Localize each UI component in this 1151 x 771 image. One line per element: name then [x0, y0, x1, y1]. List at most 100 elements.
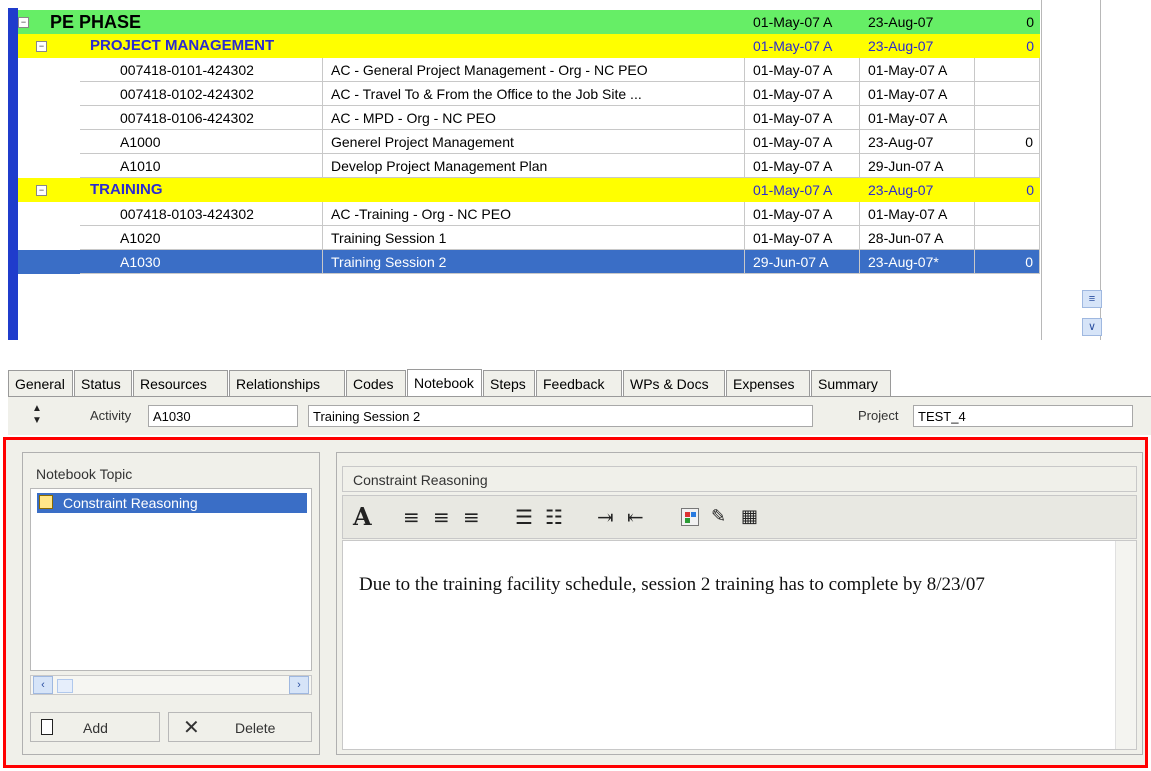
table-row[interactable]: 007418-0103-424302 AC -Training - Org - N…: [18, 202, 1040, 226]
cell-value[interactable]: [975, 202, 1040, 226]
cell-value[interactable]: 0: [975, 178, 1040, 202]
cell-id[interactable]: A1020: [80, 226, 323, 250]
cell-id[interactable]: 007418-0106-424302: [80, 106, 323, 130]
align-center-icon[interactable]: ≡: [433, 504, 450, 530]
cell-name[interactable]: Develop Project Management Plan: [323, 154, 745, 178]
editor-scrollbar[interactable]: [1115, 541, 1136, 749]
cell-id[interactable]: A1000: [80, 130, 323, 154]
cell-start[interactable]: 01-May-07 A: [745, 58, 860, 82]
cell-id[interactable]: 007418-0101-424302: [80, 58, 323, 82]
cell-name[interactable]: Training Session 2: [323, 250, 745, 274]
cell-finish[interactable]: 01-May-07 A: [860, 82, 975, 106]
collapse-toggle-icon[interactable]: −: [36, 41, 47, 52]
cell-id[interactable]: 007418-0102-424302: [80, 82, 323, 106]
tab-wps-docs[interactable]: WPs & Docs: [623, 370, 725, 396]
topic-horizontal-scrollbar[interactable]: ‹ ›: [30, 675, 312, 695]
tab-relationships[interactable]: Relationships: [229, 370, 345, 396]
align-left-icon[interactable]: ≡: [403, 504, 420, 530]
activity-id-field[interactable]: A1030: [148, 405, 298, 427]
cell-finish[interactable]: 01-May-07 A: [860, 58, 975, 82]
cell-value[interactable]: [975, 58, 1040, 82]
table-row[interactable]: A1000 Generel Project Management 01-May-07…: [18, 130, 1040, 154]
cell-start[interactable]: 01-May-07 A: [745, 178, 860, 202]
cell-id[interactable]: TRAINING: [80, 178, 680, 202]
table-row[interactable]: 007418-0106-424302 AC - MPD - Org - NC PE…: [18, 106, 1040, 130]
cell-id[interactable]: A1030: [80, 250, 323, 274]
link-icon[interactable]: ✎: [711, 504, 726, 530]
cell-start[interactable]: 01-May-07 A: [745, 10, 860, 34]
cell-value[interactable]: [975, 154, 1040, 178]
cell-start[interactable]: 01-May-07 A: [745, 130, 860, 154]
cell-start[interactable]: 01-May-07 A: [745, 154, 860, 178]
cell-finish[interactable]: 01-May-07 A: [860, 202, 975, 226]
indent-icon[interactable]: ⇥: [597, 504, 614, 530]
activity-name-field[interactable]: Training Session 2: [308, 405, 813, 427]
cell-id[interactable]: A1010: [80, 154, 323, 178]
cell-finish[interactable]: 23-Aug-07: [860, 178, 975, 202]
cell-id[interactable]: PE PHASE: [40, 10, 640, 34]
cell-value[interactable]: 0: [975, 10, 1040, 34]
tab-feedback[interactable]: Feedback: [536, 370, 622, 396]
table-row[interactable]: 007418-0102-424302 AC - Travel To & From …: [18, 82, 1040, 106]
scroll-right-button[interactable]: ›: [289, 676, 309, 694]
topic-item-constraint-reasoning[interactable]: Constraint Reasoning: [37, 493, 307, 513]
record-spinner[interactable]: ▲ ▼: [30, 403, 44, 429]
font-icon[interactable]: A: [353, 504, 372, 530]
table-row[interactable]: A1010 Develop Project Management Plan 01-M…: [18, 154, 1040, 178]
cell-value[interactable]: 0: [975, 250, 1040, 274]
table-row[interactable]: A1020 Training Session 1 01-May-07 A 28-Jun…: [18, 226, 1040, 250]
cell-finish[interactable]: 23-Aug-07*: [860, 250, 975, 274]
table-scroll-region[interactable]: ≡ ∨: [1040, 0, 1151, 343]
scroll-left-button[interactable]: ‹: [33, 676, 53, 694]
cell-value[interactable]: [975, 226, 1040, 250]
cell-start[interactable]: 01-May-07 A: [745, 82, 860, 106]
tab-codes[interactable]: Codes: [346, 370, 406, 396]
tab-steps[interactable]: Steps: [483, 370, 535, 396]
table-row[interactable]: − PROJECT MANAGEMENT 01-May-07 A 23-Aug-07 0: [18, 34, 1040, 58]
cell-id[interactable]: 007418-0103-424302: [80, 202, 323, 226]
cell-start[interactable]: 01-May-07 A: [745, 106, 860, 130]
cell-finish[interactable]: 23-Aug-07: [860, 34, 975, 58]
add-topic-button[interactable]: Add: [30, 712, 160, 742]
table-row[interactable]: − PE PHASE 01-May-07 A 23-Aug-07 0: [18, 10, 1040, 34]
collapse-toggle-icon[interactable]: −: [36, 185, 47, 196]
cell-value[interactable]: 0: [975, 34, 1040, 58]
cell-value[interactable]: [975, 106, 1040, 130]
cell-finish[interactable]: 28-Jun-07 A: [860, 226, 975, 250]
collapse-toggle-icon[interactable]: −: [18, 17, 29, 28]
table-row[interactable]: 007418-0101-424302 AC - General Project M…: [18, 58, 1040, 82]
table-row[interactable]: A1030 Training Session 2 29-Jun-07 A 23-Aug…: [18, 250, 1040, 274]
tab-resources[interactable]: Resources: [133, 370, 228, 396]
align-right-icon[interactable]: ≡: [463, 504, 480, 530]
cell-name[interactable]: AC -Training - Org - NC PEO: [323, 202, 745, 226]
notebook-text[interactable]: Due to the training facility schedule, s…: [359, 571, 1099, 598]
cell-name[interactable]: AC - General Project Management - Org - …: [323, 58, 745, 82]
outdent-icon[interactable]: ⇤: [627, 504, 644, 530]
cell-start[interactable]: 01-May-07 A: [745, 226, 860, 250]
cell-finish[interactable]: 29-Jun-07 A: [860, 154, 975, 178]
cell-name[interactable]: AC - MPD - Org - NC PEO: [323, 106, 745, 130]
cell-finish[interactable]: 23-Aug-07: [860, 10, 975, 34]
tab-expenses[interactable]: Expenses: [726, 370, 810, 396]
cell-value[interactable]: [975, 82, 1040, 106]
cell-finish[interactable]: 23-Aug-07: [860, 130, 975, 154]
scroll-thumb[interactable]: ≡: [1082, 290, 1102, 308]
color-picker-icon[interactable]: [681, 508, 699, 526]
cell-start[interactable]: 29-Jun-07 A: [745, 250, 860, 274]
cell-start[interactable]: 01-May-07 A: [745, 202, 860, 226]
notebook-editor[interactable]: Due to the training facility schedule, s…: [342, 540, 1137, 750]
table-icon[interactable]: ▦: [741, 504, 758, 530]
bullet-list-icon[interactable]: ☰: [515, 504, 533, 530]
delete-topic-button[interactable]: ✕ Delete: [168, 712, 312, 742]
scroll-down-button[interactable]: ∨: [1082, 318, 1102, 336]
cell-finish[interactable]: 01-May-07 A: [860, 106, 975, 130]
project-id-field[interactable]: TEST_4: [913, 405, 1133, 427]
tab-notebook[interactable]: Notebook: [407, 369, 482, 396]
cell-name[interactable]: AC - Travel To & From the Office to the …: [323, 82, 745, 106]
cell-start[interactable]: 01-May-07 A: [745, 34, 860, 58]
tab-summary[interactable]: Summary: [811, 370, 891, 396]
tab-general[interactable]: General: [8, 370, 73, 396]
tab-status[interactable]: Status: [74, 370, 132, 396]
table-row[interactable]: − TRAINING 01-May-07 A 23-Aug-07 0: [18, 178, 1040, 202]
cell-id[interactable]: PROJECT MANAGEMENT: [80, 34, 680, 58]
